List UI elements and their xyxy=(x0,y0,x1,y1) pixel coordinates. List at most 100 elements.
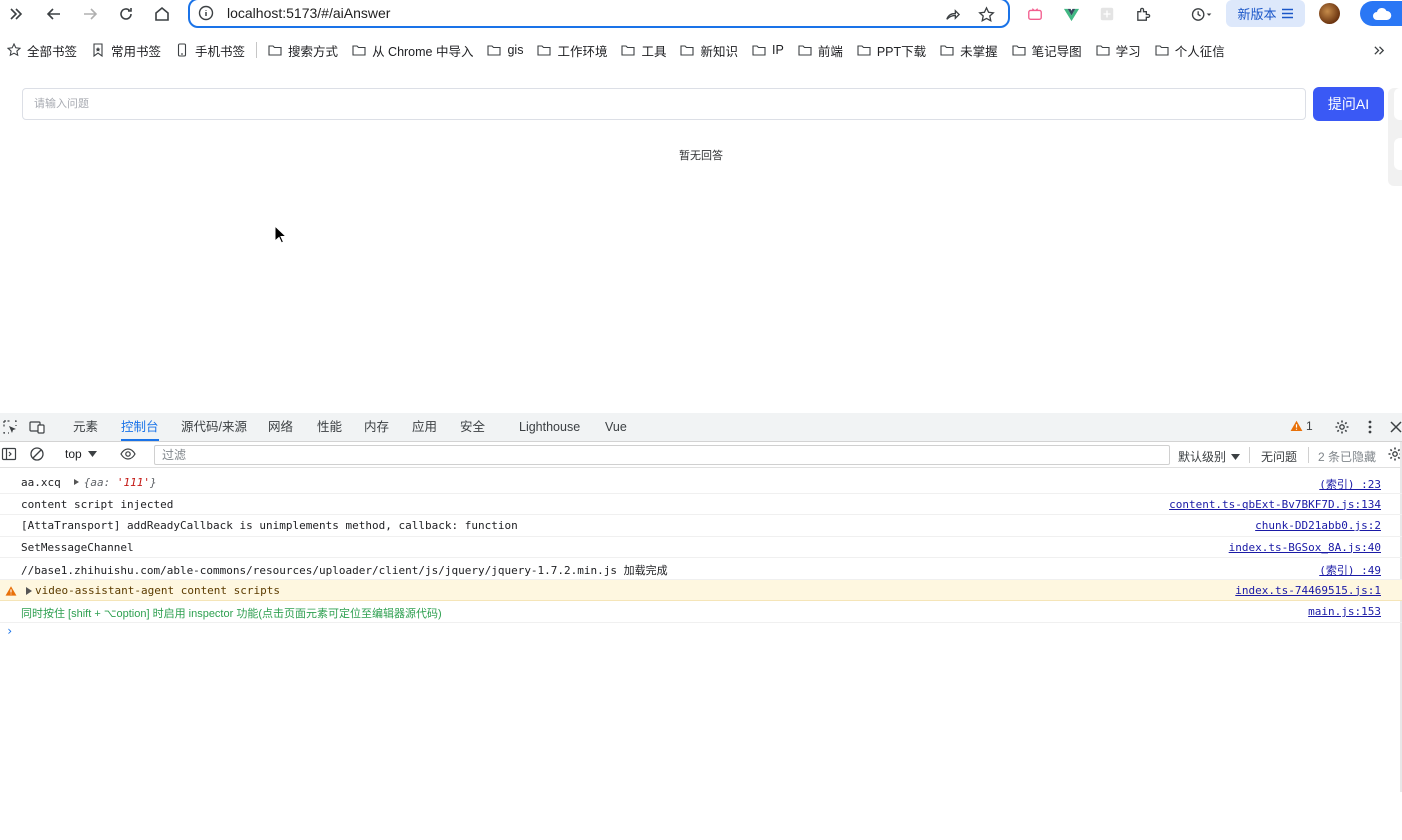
log-level-label: 默认级别 xyxy=(1178,450,1227,464)
new-version-button[interactable]: 新版本 xyxy=(1226,0,1305,27)
vue-devtools-icon[interactable] xyxy=(1060,3,1082,25)
console-log-row[interactable]: content script injected content.ts-qbExt… xyxy=(0,494,1402,515)
console-log-row[interactable]: [AttaTransport] addReadyCallback is unim… xyxy=(0,515,1402,537)
log-source-link[interactable]: content.ts-qbExt-Bv7BKF7D.js:134 xyxy=(1169,498,1381,511)
bookmark-folder[interactable]: 个人征信 xyxy=(1148,39,1232,61)
tab-security[interactable]: 安全 xyxy=(460,413,485,441)
expand-triangle-icon[interactable] xyxy=(73,479,79,485)
console-filter-input[interactable] xyxy=(154,445,1170,465)
bookmark-folder[interactable]: 搜索方式 xyxy=(261,39,345,61)
clear-console-icon[interactable] xyxy=(28,445,46,463)
bookmark-label: 前端 xyxy=(817,44,843,59)
bookmarks-bar: 全部书签 常用书签 手机书签 搜索方式 从 Chrome 中导入 gis 工作环… xyxy=(0,38,1402,62)
bookmark-folder[interactable]: 未掌握 xyxy=(933,39,1005,61)
bookmark-folder[interactable]: 新知识 xyxy=(673,39,745,61)
log-source-link[interactable]: (索引) :23 xyxy=(1319,476,1381,492)
bookmark-star-icon[interactable] xyxy=(976,4,996,24)
bookmark-label: PPT下载 xyxy=(876,44,927,59)
share-icon[interactable] xyxy=(942,4,962,24)
tab-vue[interactable]: Vue xyxy=(605,413,627,441)
bookmark-folder[interactable]: PPT下载 xyxy=(850,39,933,61)
bookmark-item[interactable]: 常用书签 xyxy=(84,39,168,61)
extension-grid-icon[interactable] xyxy=(1096,3,1118,25)
bookmark-folder[interactable]: gis xyxy=(480,39,530,61)
bookmarks-more-icon[interactable] xyxy=(1370,40,1388,60)
folder-icon xyxy=(268,45,282,56)
home-icon[interactable] xyxy=(150,2,174,26)
console-prompt-icon[interactable]: › xyxy=(6,624,13,638)
warning-icon xyxy=(1290,420,1303,431)
dropdown-triangle-icon xyxy=(87,451,97,457)
expand-triangle-icon[interactable] xyxy=(26,586,32,595)
folder-icon xyxy=(1096,45,1110,56)
tab-memory[interactable]: 内存 xyxy=(364,413,389,441)
ask-ai-button[interactable]: 提问AI xyxy=(1313,87,1384,121)
tab-network[interactable]: 网络 xyxy=(268,413,293,441)
settings-gear-icon[interactable] xyxy=(1333,418,1351,436)
bookmark-label: 新知识 xyxy=(700,44,738,59)
tab-sources[interactable]: 源代码/来源 xyxy=(181,413,247,441)
sidebar-toggle-icon[interactable] xyxy=(4,2,28,26)
url-text[interactable]: localhost:5173/#/aiAnswer xyxy=(227,5,390,21)
phone-icon xyxy=(177,43,187,57)
console-log-row[interactable]: 同时按住 [shift + ⌥option] 时启用 inspector 功能(… xyxy=(0,601,1402,623)
bookmark-label: 手机书签 xyxy=(195,44,246,59)
bookmark-folder[interactable]: 工具 xyxy=(614,39,673,61)
site-info-icon[interactable] xyxy=(198,5,214,21)
console-log-list: aa.xcq {aa: '111'} (索引) :23 content scrip… xyxy=(0,472,1402,638)
menu-lines-icon xyxy=(1281,8,1293,19)
bookmark-folder[interactable]: 工作环境 xyxy=(530,39,614,61)
tab-performance[interactable]: 性能 xyxy=(317,413,342,441)
address-bar[interactable]: localhost:5173/#/aiAnswer xyxy=(188,0,1010,28)
live-expression-eye-icon[interactable] xyxy=(119,445,137,463)
bilibili-extension-icon[interactable] xyxy=(1024,3,1046,25)
bookmark-folder[interactable]: 笔记导图 xyxy=(1005,39,1089,61)
question-input[interactable] xyxy=(22,88,1306,120)
console-log-row[interactable]: SetMessageChannel index.ts-BGSox_8A.js:4… xyxy=(0,537,1402,558)
log-source-link[interactable]: chunk-DD21abb0.js:2 xyxy=(1255,519,1381,532)
bookmark-folder[interactable]: 从 Chrome 中导入 xyxy=(345,39,480,61)
tab-application[interactable]: 应用 xyxy=(412,413,437,441)
console-log-row[interactable]: //base1.zhihuishu.com/able-commons/resou… xyxy=(0,558,1402,580)
device-toolbar-icon[interactable] xyxy=(28,418,46,436)
inspect-element-icon[interactable] xyxy=(1,418,19,436)
log-source-link[interactable]: index.ts-BGSox_8A.js:40 xyxy=(1229,541,1381,554)
cloud-sync-button[interactable] xyxy=(1360,1,1402,26)
tab-console[interactable]: 控制台 xyxy=(121,413,159,441)
avatar[interactable] xyxy=(1319,3,1340,24)
bookmark-folder[interactable]: 学习 xyxy=(1089,39,1148,61)
bookmark-label: IP xyxy=(772,43,784,57)
console-log-row[interactable]: aa.xcq {aa: '111'} (索引) :23 xyxy=(0,472,1402,494)
tab-elements[interactable]: 元素 xyxy=(73,413,98,441)
log-level-select[interactable]: 默认级别 xyxy=(1178,448,1241,465)
context-select[interactable]: top xyxy=(65,447,97,461)
close-icon[interactable] xyxy=(1387,418,1402,436)
log-source-link[interactable]: (索引) :49 xyxy=(1319,562,1381,578)
forward-icon[interactable] xyxy=(78,2,102,26)
bookmark-folder[interactable]: IP xyxy=(745,39,791,61)
bookmark-folder[interactable]: 前端 xyxy=(791,39,850,61)
sidebar-panel-icon[interactable] xyxy=(0,445,18,463)
toolbar-divider xyxy=(1249,447,1250,463)
warning-counter[interactable]: 1 xyxy=(1290,419,1313,433)
tab-lighthouse[interactable]: Lighthouse xyxy=(519,413,580,441)
bookmark-label: gis xyxy=(507,43,524,57)
bookmark-item[interactable]: 全部书签 xyxy=(0,39,84,61)
devtools-panel: 元素 控制台 源代码/来源 网络 性能 内存 应用 安全 Lighthouse … xyxy=(0,413,1402,840)
folder-icon xyxy=(487,45,502,56)
log-message: [AttaTransport] addReadyCallback is unim… xyxy=(21,519,518,532)
issues-label[interactable]: 无问题 xyxy=(1261,448,1297,465)
history-icon[interactable] xyxy=(1186,3,1216,25)
reload-icon[interactable] xyxy=(114,2,138,26)
cloud-icon xyxy=(1373,7,1392,20)
log-source-link[interactable]: index.ts-74469515.js:1 xyxy=(1235,584,1381,597)
empty-answer-text: 暂无回答 xyxy=(679,150,723,162)
more-options-icon[interactable] xyxy=(1361,418,1379,436)
back-icon[interactable] xyxy=(42,2,66,26)
bookmark-item[interactable]: 手机书签 xyxy=(168,39,252,61)
log-source-link[interactable]: main.js:153 xyxy=(1308,605,1381,618)
console-warning-row[interactable]: video-assistant-agent content scripts in… xyxy=(0,579,1402,601)
object-key: aa xyxy=(90,476,104,489)
extensions-puzzle-icon[interactable] xyxy=(1132,3,1154,25)
devtools-tab-bar: 元素 控制台 源代码/来源 网络 性能 内存 应用 安全 Lighthouse … xyxy=(0,413,1402,442)
